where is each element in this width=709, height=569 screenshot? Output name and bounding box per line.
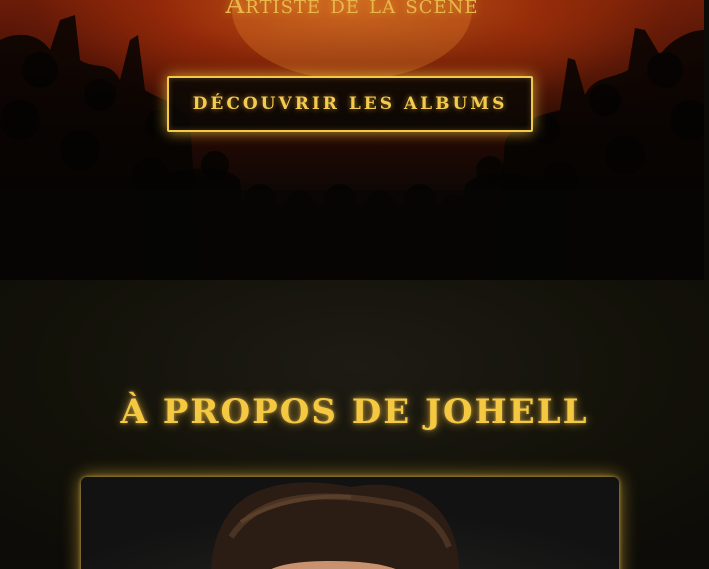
about-title: À PROPOS DE JOHELL bbox=[120, 392, 589, 432]
page: Artiste de la scène DÉCOUVRIR LES ALBUMS… bbox=[0, 0, 709, 569]
hero-subtitle: Artiste de la scène bbox=[225, 0, 479, 20]
about-section: À PROPOS DE JOHELL bbox=[0, 280, 709, 569]
discover-albums-button[interactable]: DÉCOUVRIR LES ALBUMS bbox=[167, 76, 533, 132]
discover-albums-label: DÉCOUVRIR LES ALBUMS bbox=[192, 94, 508, 114]
hero-edge bbox=[704, 0, 709, 280]
concert-crowd-image bbox=[0, 0, 704, 280]
portrait-image bbox=[211, 482, 460, 569]
hero-section: Artiste de la scène DÉCOUVRIR LES ALBUMS bbox=[0, 0, 704, 280]
artist-portrait bbox=[81, 477, 619, 569]
